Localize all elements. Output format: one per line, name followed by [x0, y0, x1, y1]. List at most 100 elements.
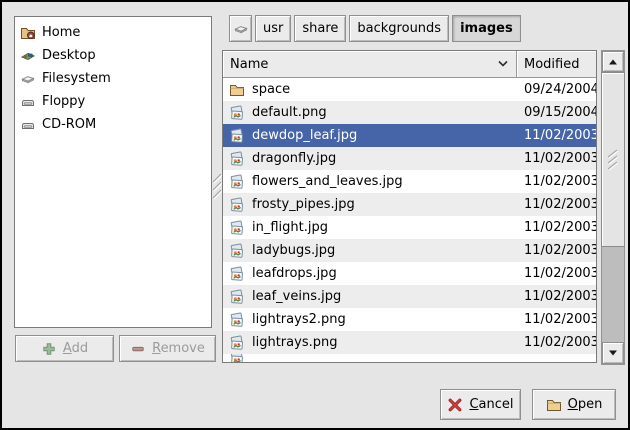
file-modified: 09/24/2004 — [517, 82, 596, 97]
file-name-cell: lightrays2.png — [223, 312, 517, 328]
file-row-space[interactable]: space 09/24/2004 — [223, 78, 596, 101]
scroll-up-button[interactable] — [602, 51, 624, 72]
pane-splitter-grip[interactable] — [212, 168, 222, 206]
file-row-dragonfly.jpg[interactable]: dragonfly.jpg 11/02/2003 — [223, 147, 596, 170]
path-button-share[interactable]: share — [294, 15, 346, 42]
file-name-cell: leafdrops.jpg — [223, 266, 517, 282]
file-row-in_flight.jpg[interactable]: in_flight.jpg 11/02/2003 — [223, 216, 596, 239]
open-button[interactable]: Open — [532, 389, 616, 420]
file-name: in_flight.jpg — [252, 220, 328, 235]
file-name: lightrays2.png — [252, 312, 346, 327]
file-row-leafdrops.jpg[interactable]: leafdrops.jpg 11/02/2003 — [223, 262, 596, 285]
column-header-modified[interactable]: Modified — [517, 51, 596, 78]
sidebar-item-cd-rom[interactable]: CD-ROM — [15, 113, 211, 136]
file-name-cell: dewdop_leaf.jpg — [223, 128, 517, 144]
remove-button[interactable]: Remove — [119, 335, 216, 362]
file-modified: 09/15/2004 — [517, 105, 596, 120]
sidebar-item-desktop[interactable]: Desktop — [15, 44, 211, 67]
file-name: leafdrops.jpg — [252, 266, 337, 281]
cancel-x-icon — [447, 397, 463, 413]
file-name: dewdop_leaf.jpg — [252, 128, 357, 143]
file-row-dewdop_leaf.jpg[interactable]: dewdop_leaf.jpg 11/02/2003 — [223, 124, 596, 147]
file-modified: 11/02/2003 — [517, 220, 596, 235]
path-button-images[interactable]: images — [452, 15, 521, 42]
places-sidebar: Home Desktop Filesystem Floppy CD-ROM — [14, 16, 212, 328]
file-name-cell: in_flight.jpg — [223, 220, 517, 236]
path-button-usr[interactable]: usr — [255, 15, 291, 42]
file-name: space — [252, 82, 290, 97]
name-column-label: Name — [230, 57, 268, 72]
sidebar-item-home[interactable]: Home — [15, 21, 211, 44]
file-row-lightrays.png[interactable]: lightrays.png 11/02/2003 — [223, 331, 596, 354]
file-row-leaf_veins.jpg[interactable]: leaf_veins.jpg11/02/2003 — [223, 285, 596, 308]
folder-icon — [229, 82, 245, 98]
image-file-icon — [229, 220, 245, 236]
file-modified: 11/02/2003 — [517, 243, 596, 258]
image-file-icon — [229, 151, 245, 167]
sidebar-item-label: Filesystem — [42, 71, 111, 86]
path-bar: usr sharebackgroundsimages — [229, 15, 521, 42]
image-file-icon — [229, 243, 245, 259]
file-name-cell: leaf_veins.jpg — [223, 289, 517, 305]
file-row-partial[interactable] — [223, 354, 596, 362]
file-name: flowers_and_leaves.jpg — [252, 174, 403, 189]
vertical-scrollbar — [601, 50, 625, 365]
sidebar-item-floppy[interactable]: Floppy — [15, 90, 211, 113]
drive-icon — [20, 117, 36, 133]
file-name-cell: frosty_pipes.jpg — [223, 197, 517, 213]
scrollbar-track[interactable] — [602, 72, 624, 342]
image-file-icon — [229, 289, 245, 305]
file-name: default.png — [252, 105, 327, 120]
file-row-frosty_pipes.jpg[interactable]: frosty_pipes.jpg11/02/2003 — [223, 193, 596, 216]
list-header: Name Modified — [223, 51, 596, 78]
file-name-cell: dragonfly.jpg — [223, 151, 517, 167]
path-button-label: usr — [263, 21, 283, 36]
file-row-lightrays2.png[interactable]: lightrays2.png11/02/2003 — [223, 308, 596, 331]
path-button-backgrounds[interactable]: backgrounds — [349, 15, 449, 42]
file-name: dragonfly.jpg — [252, 151, 336, 166]
remove-minus-icon — [130, 341, 146, 357]
image-file-icon — [229, 105, 245, 121]
file-modified: 11/02/2003 — [517, 151, 596, 166]
modified-column-label: Modified — [524, 57, 579, 72]
add-button[interactable]: Add — [15, 335, 114, 362]
sidebar-item-label: Floppy — [42, 94, 85, 109]
file-modified: 11/02/2003 — [517, 266, 596, 281]
file-name-cell: default.png — [223, 105, 517, 121]
file-row-default.png[interactable]: default.png 09/15/2004 — [223, 101, 596, 124]
file-name-cell: lightrays.png — [223, 335, 517, 351]
cancel-button-label: Cancel — [469, 397, 513, 412]
file-modified: 11/02/2003 — [517, 197, 596, 212]
file-name-cell: flowers_and_leaves.jpg — [223, 174, 517, 190]
image-file-icon — [229, 354, 245, 362]
remove-button-label: Remove — [152, 341, 205, 356]
image-file-icon — [229, 312, 245, 328]
sidebar-item-label: CD-ROM — [42, 117, 96, 132]
add-button-label: Add — [63, 341, 88, 356]
file-name-cell: space — [223, 82, 517, 98]
file-name: lightrays.png — [252, 335, 337, 350]
image-file-icon — [229, 128, 245, 144]
file-modified: 11/02/2003 — [517, 174, 596, 189]
file-list-body: space 09/24/2004 default.png 09/15/2004 dewd… — [223, 78, 596, 362]
file-row-flowers_and_leaves.jpg[interactable]: flowers_and_leaves.jpg 11/02/2003 — [223, 170, 596, 193]
sort-chevron-down-icon — [497, 60, 509, 68]
image-file-icon — [229, 174, 245, 190]
file-list: Name Modified space 09/24/2004 default.png… — [222, 50, 597, 363]
file-row-ladybugs.jpg[interactable]: ladybugs.jpg11/02/2003 — [223, 239, 596, 262]
sidebar-item-label: Desktop — [42, 48, 96, 63]
drive-icon — [20, 94, 36, 110]
image-file-icon — [229, 335, 245, 351]
scrollbar-thumb[interactable] — [601, 72, 625, 247]
file-name: leaf_veins.jpg — [252, 289, 341, 304]
sidebar-item-filesystem[interactable]: Filesystem — [15, 67, 211, 90]
scroll-down-button[interactable] — [602, 342, 624, 364]
image-file-icon — [229, 197, 245, 213]
path-button-root[interactable] — [229, 15, 252, 42]
home-folder-icon — [20, 25, 36, 41]
file-modified: 11/02/2003 — [517, 335, 596, 350]
filesystem-disk-icon — [233, 21, 249, 37]
cancel-button[interactable]: Cancel — [440, 389, 521, 420]
column-header-name[interactable]: Name — [223, 51, 517, 78]
file-modified: 11/02/2003 — [517, 128, 596, 143]
